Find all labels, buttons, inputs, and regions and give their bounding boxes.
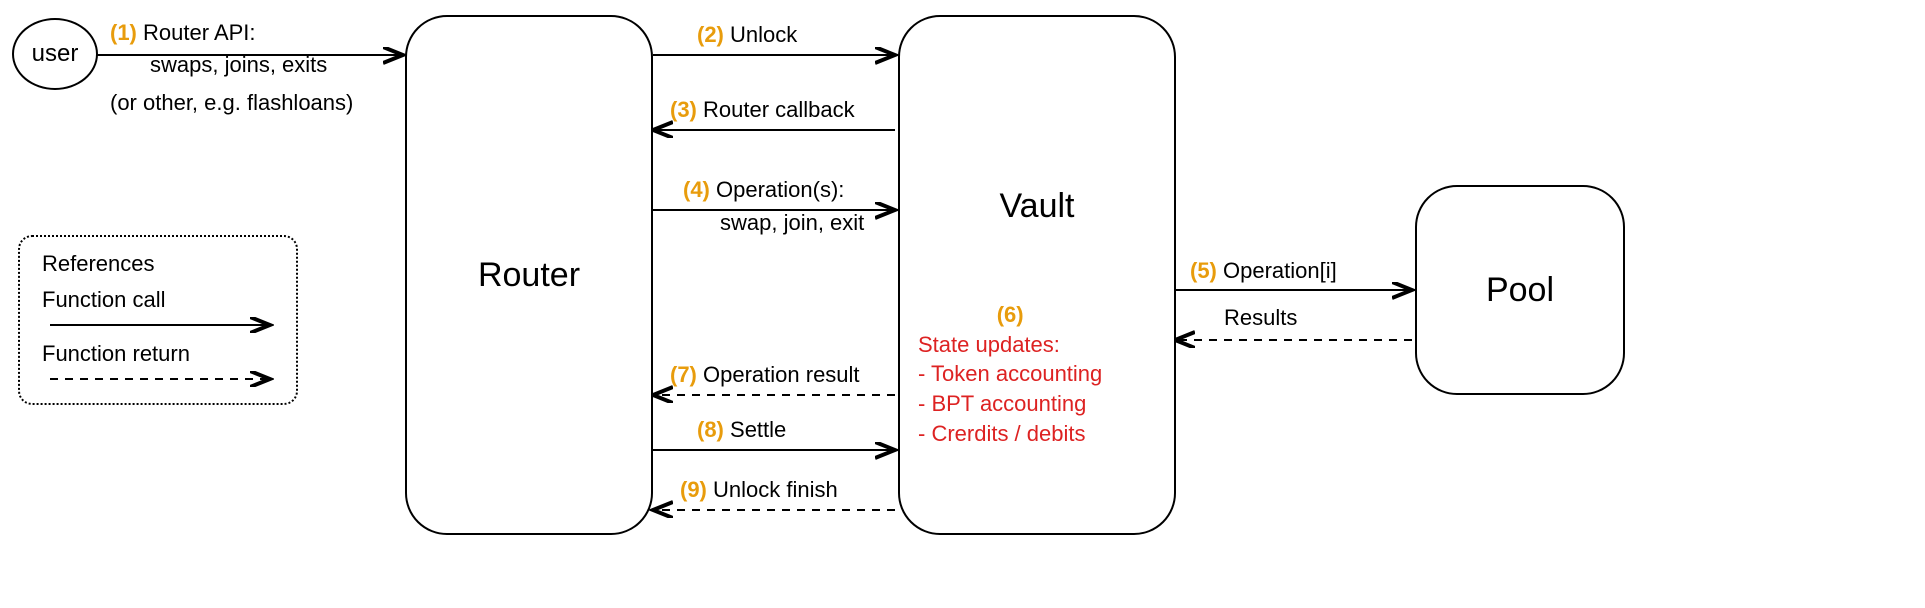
step9-label: (9) Unlock finish	[680, 477, 838, 503]
step5-text: Operation[i]	[1223, 258, 1337, 283]
step9-num: (9)	[680, 477, 707, 502]
step1-line2: swaps, joins, exits	[150, 52, 327, 78]
step6-block: (6) State updates: - Token accounting - …	[918, 300, 1102, 448]
step6-line1: State updates:	[918, 330, 1102, 360]
step5-label: (5) Operation[i]	[1190, 258, 1337, 284]
step4-num: (4)	[683, 177, 710, 202]
ref-call-arrow	[50, 317, 280, 333]
step6-line4: - Crerdits / debits	[918, 419, 1102, 449]
step4-line1: Operation(s):	[716, 177, 844, 202]
step1-num: (1)	[110, 20, 137, 45]
step4-line2: swap, join, exit	[720, 210, 864, 236]
references-title: References	[42, 251, 274, 277]
step6-line2: - Token accounting	[918, 359, 1102, 389]
ref-call-row: Function call	[42, 287, 274, 313]
vault-label: Vault	[1000, 187, 1075, 226]
step1-label: (1) Router API:	[110, 20, 256, 46]
step3-text: Router callback	[703, 97, 855, 122]
step8-num: (8)	[697, 417, 724, 442]
router-node: Router	[405, 15, 653, 535]
router-label: Router	[478, 256, 580, 295]
ref-return-label: Function return	[42, 341, 190, 367]
ref-call-label: Function call	[42, 287, 166, 313]
step1-line1: Router API:	[143, 20, 256, 45]
step8-text: Settle	[730, 417, 786, 442]
step7-label: (7) Operation result	[670, 362, 860, 388]
ref-return-row: Function return	[42, 341, 274, 367]
step3-num: (3)	[670, 97, 697, 122]
step2-num: (2)	[697, 22, 724, 47]
step7-text: Operation result	[703, 362, 860, 387]
vault-node: Vault	[898, 15, 1176, 535]
step9-text: Unlock finish	[713, 477, 838, 502]
step6-num: (6)	[997, 302, 1024, 327]
step2-text: Unlock	[730, 22, 797, 47]
step6-line3: - BPT accounting	[918, 389, 1102, 419]
step5-return: Results	[1224, 305, 1297, 331]
user-label: user	[32, 40, 79, 68]
step3-label: (3) Router callback	[670, 97, 855, 123]
pool-node: Pool	[1415, 185, 1625, 395]
ref-return-arrow	[50, 371, 280, 387]
step7-num: (7)	[670, 362, 697, 387]
step2-label: (2) Unlock	[697, 22, 797, 48]
step4-label: (4) Operation(s):	[683, 177, 844, 203]
user-node: user	[12, 18, 98, 90]
step5-num: (5)	[1190, 258, 1217, 283]
pool-label: Pool	[1486, 271, 1554, 310]
references-box: References Function call Function return	[18, 235, 298, 405]
step8-label: (8) Settle	[697, 417, 786, 443]
step1-line3: (or other, e.g. flashloans)	[110, 90, 353, 116]
